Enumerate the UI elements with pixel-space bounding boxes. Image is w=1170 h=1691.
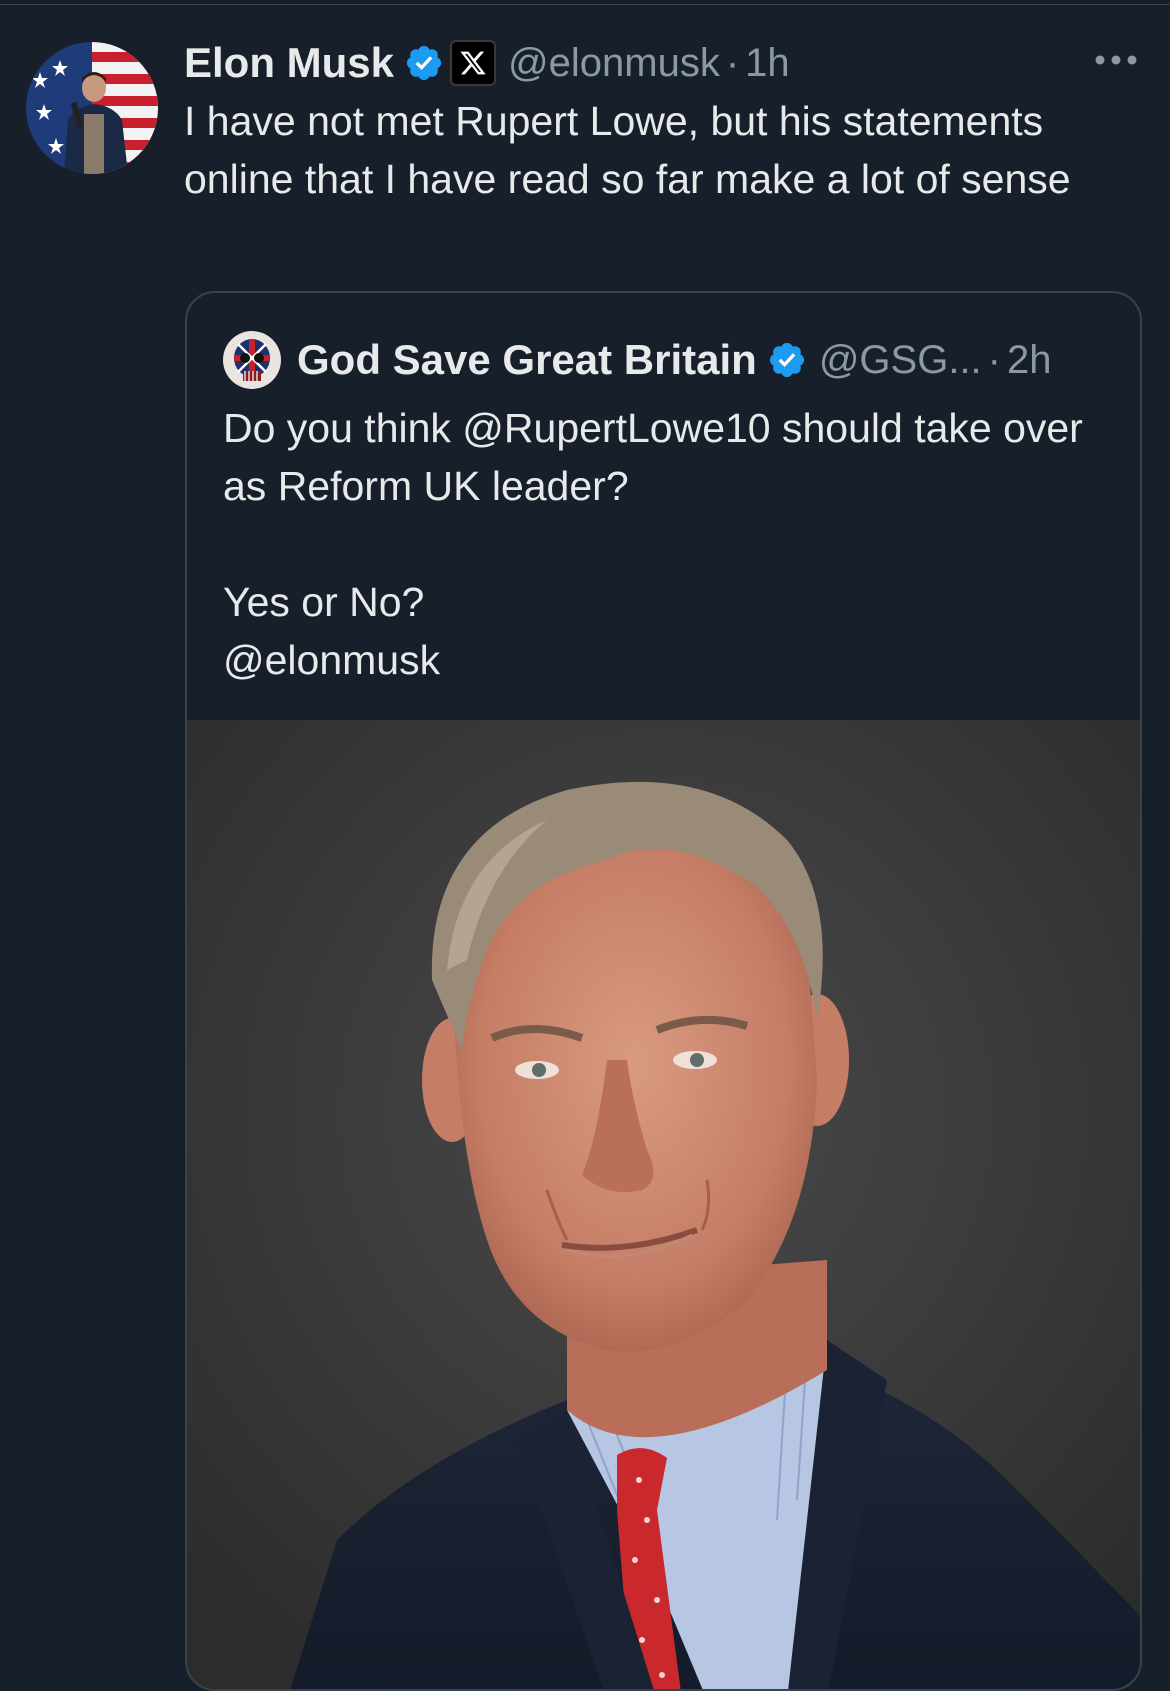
x-logo-icon[interactable] [450,40,497,86]
author-handle[interactable]: @elonmusk [508,41,720,86]
quoted-tweet-image[interactable] [187,720,1140,1689]
tweet-header: Elon Musk @elonmusk · 1h [184,38,790,88]
quoted-time-separator: · [987,337,1001,382]
avatar-image [26,42,158,174]
portrait-photo [187,720,1140,1689]
quoted-author-name[interactable]: God Save Great Britain [297,336,757,384]
more-options-icon[interactable] [1094,50,1138,70]
quoted-author-handle[interactable]: @GSG... [819,338,982,383]
quoted-author-avatar[interactable] [223,331,281,389]
quoted-tweet-text: Do you think @RupertLowe10 should take o… [223,405,1083,683]
verified-badge-icon[interactable] [404,43,444,83]
tweet-text: I have not met Rupert Lowe, but his stat… [184,98,1071,202]
verified-badge-icon[interactable] [767,340,807,380]
time-separator: · [725,40,740,85]
quoted-timestamp[interactable]: 2h [1007,338,1052,383]
quoted-tweet[interactable]: God Save Great Britain @GSG... · 2h Do y… [185,291,1142,1691]
author-name[interactable]: Elon Musk [184,39,394,87]
union-jack-skull-avatar [223,331,281,389]
tweet[interactable]: Elon Musk @elonmusk · 1h I have not met … [0,0,1170,1691]
author-avatar[interactable] [26,42,158,174]
quoted-tweet-header: God Save Great Britain @GSG... · 2h [297,333,1052,387]
tweet-timestamp[interactable]: 1h [745,41,790,86]
